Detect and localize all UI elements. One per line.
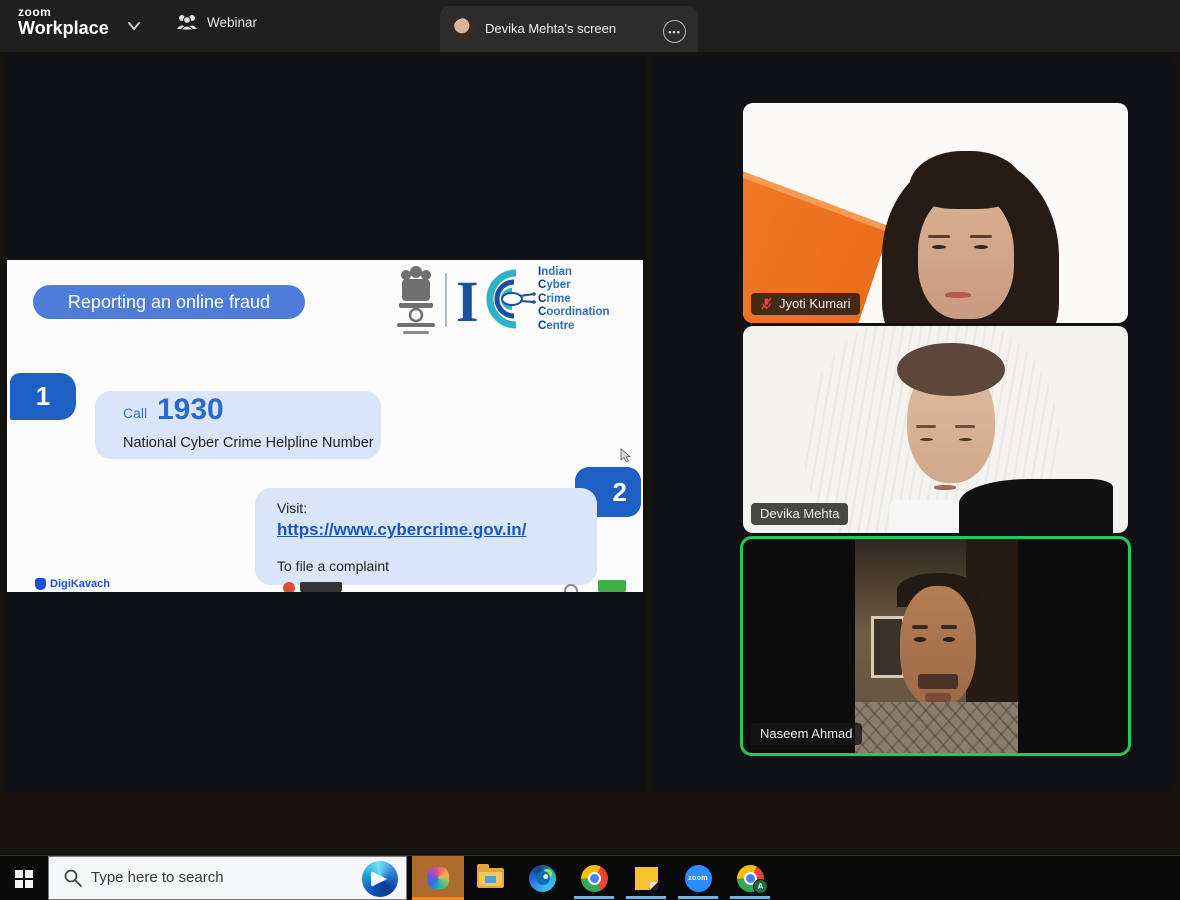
slide-title-pill: Reporting an online fraud (33, 285, 305, 319)
participant-name: Devika Mehta (760, 506, 839, 521)
start-button[interactable] (0, 856, 48, 900)
name-badge-jyoti: Jyoti Kumari (751, 293, 860, 315)
portrait-video-strip (855, 539, 1019, 753)
taskbar-item-edge[interactable] (516, 856, 568, 900)
webinar-label: Webinar (207, 15, 257, 30)
chevron-down-icon[interactable] (126, 19, 142, 33)
face-detail (934, 485, 956, 490)
logo-line: Cyber (538, 279, 610, 292)
face-detail (928, 235, 950, 238)
webinar-people-icon (176, 13, 198, 31)
india-state-emblem-icon (393, 265, 439, 337)
shield-icon (35, 578, 46, 590)
face-detail (970, 235, 992, 238)
call-label: Call (123, 405, 147, 421)
taskbar-item-chrome[interactable] (568, 856, 620, 900)
brand-workplace: Workplace (18, 19, 109, 37)
logo-separator (445, 273, 447, 327)
chrome-icon (581, 865, 608, 892)
logo-line: Indian (538, 266, 610, 279)
footer-logo-fragment (283, 582, 295, 592)
face-detail (932, 245, 946, 249)
mouse-cursor-icon (619, 448, 633, 464)
shared-screen-panel: Reporting an online fraud I (5, 56, 646, 792)
taskbar-item-sticky-notes[interactable] (620, 856, 672, 900)
edge-icon (529, 865, 556, 892)
participant-name: Jyoti Kumari (779, 296, 851, 311)
face-detail (920, 438, 933, 441)
face-detail (941, 625, 957, 629)
face-detail (955, 425, 975, 428)
digikavach-logo: DigiKavach (35, 578, 110, 590)
i4c-logo-text: Indian Cyber Crime Coordination Centre (538, 266, 610, 333)
taskbar-item-file-explorer[interactable] (464, 856, 516, 900)
participant-name: Naseem Ahmad (760, 726, 853, 741)
taskbar-item-copilot[interactable] (412, 856, 464, 900)
face-detail (925, 693, 951, 702)
sticky-notes-icon (635, 867, 658, 890)
open-app-indicator (678, 896, 718, 899)
logo-line: Crime (538, 293, 610, 306)
video-tile-devika-mehta[interactable]: Devika Mehta (743, 326, 1128, 533)
participant-face (918, 191, 1014, 319)
face-detail (916, 425, 936, 428)
tab-avatar (453, 18, 475, 40)
name-badge-devika: Devika Mehta (751, 503, 848, 525)
open-app-indicator (730, 896, 770, 899)
copilot-swirl-icon[interactable] (362, 861, 398, 897)
taskbar-item-chrome-profile[interactable]: A (724, 856, 776, 900)
participant-hair (909, 151, 1025, 208)
open-app-indicator (574, 896, 614, 899)
tab-devika-screen[interactable]: Devika Mehta's screen ••• (440, 6, 698, 52)
mic-muted-icon (760, 297, 773, 310)
windows-logo-icon (15, 870, 33, 888)
face-detail (918, 674, 957, 689)
tab-webinar[interactable]: Webinar (176, 13, 257, 31)
tab-more-options-icon[interactable]: ••• (663, 20, 686, 43)
file-explorer-icon (477, 868, 504, 888)
step-1-number: 1 (10, 373, 76, 420)
footer-logo-fragment (564, 584, 578, 592)
i4c-logo-icon: I (454, 267, 536, 331)
website-box: Visit: https://www.cybercrime.gov.in/ To… (255, 488, 597, 585)
helpline-number: 1930 (157, 393, 224, 427)
taskbar-item-zoom[interactable]: zoom (672, 856, 724, 900)
footer-logo-fragment (300, 582, 342, 592)
zoom-header-bar: zoom Workplace Webinar Devika Mehta's sc… (0, 0, 1180, 52)
open-app-indicator (626, 896, 666, 899)
chrome-profile-badge: A (753, 879, 768, 894)
participant-blazer (959, 479, 1113, 533)
presentation-slide: Reporting an online fraud I (7, 260, 643, 592)
brand-zoom: zoom (18, 6, 109, 18)
zoom-workplace-logo: zoom Workplace (18, 6, 109, 37)
visit-label: Visit: (277, 500, 307, 516)
participant-hair-top (897, 343, 1005, 397)
logo-line: Centre (538, 320, 610, 333)
face-detail (945, 292, 971, 298)
search-icon (63, 868, 83, 888)
taskbar-search-input[interactable]: Type here to search (48, 856, 407, 900)
face-detail (959, 438, 972, 441)
complaint-subtitle: To file a complaint (277, 558, 389, 574)
copilot-icon (427, 867, 449, 889)
cybercrime-url-link[interactable]: https://www.cybercrime.gov.in/ (277, 520, 526, 540)
zoom-app-icon: zoom (685, 865, 712, 892)
logo-line: Coordination (538, 306, 610, 319)
helpline-box: Call 1930 National Cyber Crime Helpline … (95, 391, 381, 459)
tab-label: Devika Mehta's screen (485, 21, 616, 36)
windows-taskbar: Type here to search zoom A (0, 855, 1180, 900)
video-tile-naseem-ahmad[interactable]: Naseem Ahmad (740, 536, 1131, 756)
svg-text:I: I (456, 269, 479, 331)
helpline-subtitle: National Cyber Crime Helpline Number (123, 435, 374, 451)
video-tile-jyoti-kumari[interactable]: Jyoti Kumari (743, 103, 1128, 323)
face-detail (974, 245, 988, 249)
search-placeholder: Type here to search (91, 869, 224, 886)
footer-logo-fragment (598, 580, 626, 592)
participant-shirt (855, 702, 1019, 753)
name-badge-naseem: Naseem Ahmad (751, 723, 862, 745)
face-detail (912, 625, 928, 629)
zoom-app-window: zoom Workplace Webinar Devika Mehta's sc… (0, 0, 1180, 900)
